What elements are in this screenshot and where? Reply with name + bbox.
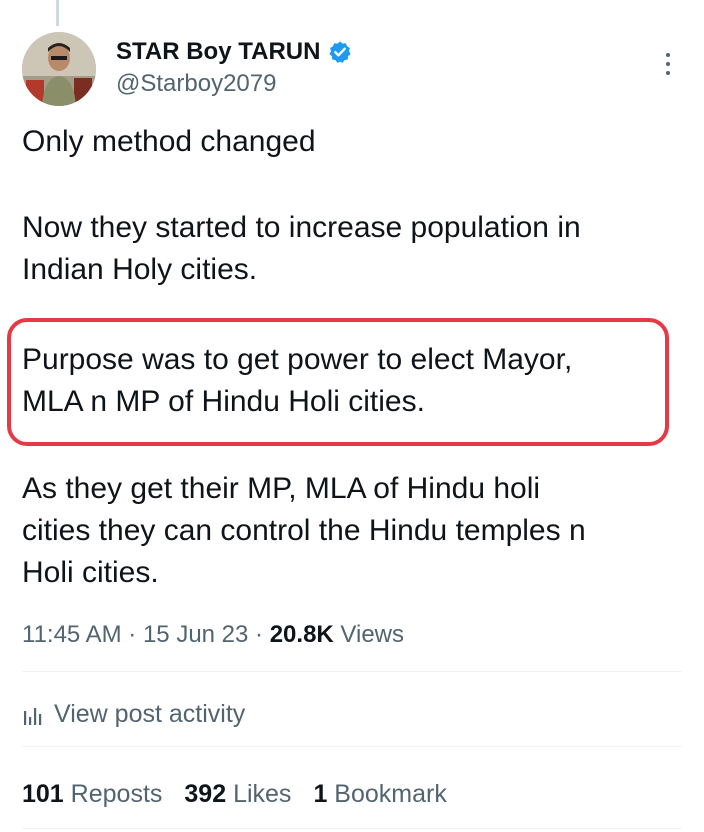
likes-stat[interactable]: 392 Likes xyxy=(184,778,291,810)
verified-badge-icon[interactable] xyxy=(328,40,352,64)
divider xyxy=(22,828,682,829)
bookmarks-stat[interactable]: 1 Bookmark xyxy=(313,778,446,810)
tweet-line: cities they can control the Hindu temple… xyxy=(22,514,586,547)
tweet-line: Indian Holy cities. xyxy=(22,253,258,286)
tweet-line: Now they started to increase population … xyxy=(22,211,581,244)
tweet-line: As they get their MP, MLA of Hindu holi xyxy=(22,472,541,505)
reposts-label: Reposts xyxy=(70,780,163,808)
tweet-paragraph-2: Now they started to increase population … xyxy=(22,207,672,291)
tweet-paragraph-1: Only method changed xyxy=(22,121,672,163)
meta-separator: · xyxy=(121,621,143,648)
more-options-icon[interactable] xyxy=(656,46,680,82)
tweet-line: Holi cities. xyxy=(22,556,159,589)
handle[interactable]: @Starboy2079 xyxy=(116,70,352,98)
divider xyxy=(22,746,682,747)
likes-label: Likes xyxy=(233,780,292,808)
likes-count: 392 xyxy=(184,780,227,808)
reposts-stat[interactable]: 101 Reposts xyxy=(22,778,162,810)
view-post-activity-button[interactable]: View post activity xyxy=(22,698,245,730)
divider xyxy=(22,671,682,672)
display-name[interactable]: STAR Boy TARUN xyxy=(116,38,320,66)
avatar[interactable] xyxy=(22,32,96,106)
engagement-stats: 101 Reposts 392 Likes 1 Bookmark xyxy=(22,778,447,810)
reposts-count: 101 xyxy=(22,780,64,808)
views-label: Views xyxy=(333,621,405,648)
bookmarks-count: 1 xyxy=(313,780,328,808)
bar-chart-icon xyxy=(22,703,44,725)
bookmarks-label: Bookmark xyxy=(334,780,447,808)
timestamp-time[interactable]: 11:45 AM xyxy=(22,621,122,648)
tweet-metadata: 11:45 AM · 15 Jun 23 · 20.8K Views xyxy=(22,620,404,650)
views-count: 20.8K xyxy=(269,621,334,648)
view-post-activity-label: View post activity xyxy=(54,700,246,728)
author-info: STAR Boy TARUN @Starboy2079 xyxy=(116,36,352,98)
timestamp-date[interactable]: 15 Jun 23 xyxy=(143,621,248,648)
tweet-paragraph-4: As they get their MP, MLA of Hindu holi … xyxy=(22,468,672,594)
highlight-annotation-box xyxy=(7,318,669,446)
display-name-row: STAR Boy TARUN xyxy=(116,36,352,68)
tweet-line: Only method changed xyxy=(22,125,316,158)
thread-connector-line xyxy=(56,0,59,26)
meta-separator: · xyxy=(248,621,270,648)
